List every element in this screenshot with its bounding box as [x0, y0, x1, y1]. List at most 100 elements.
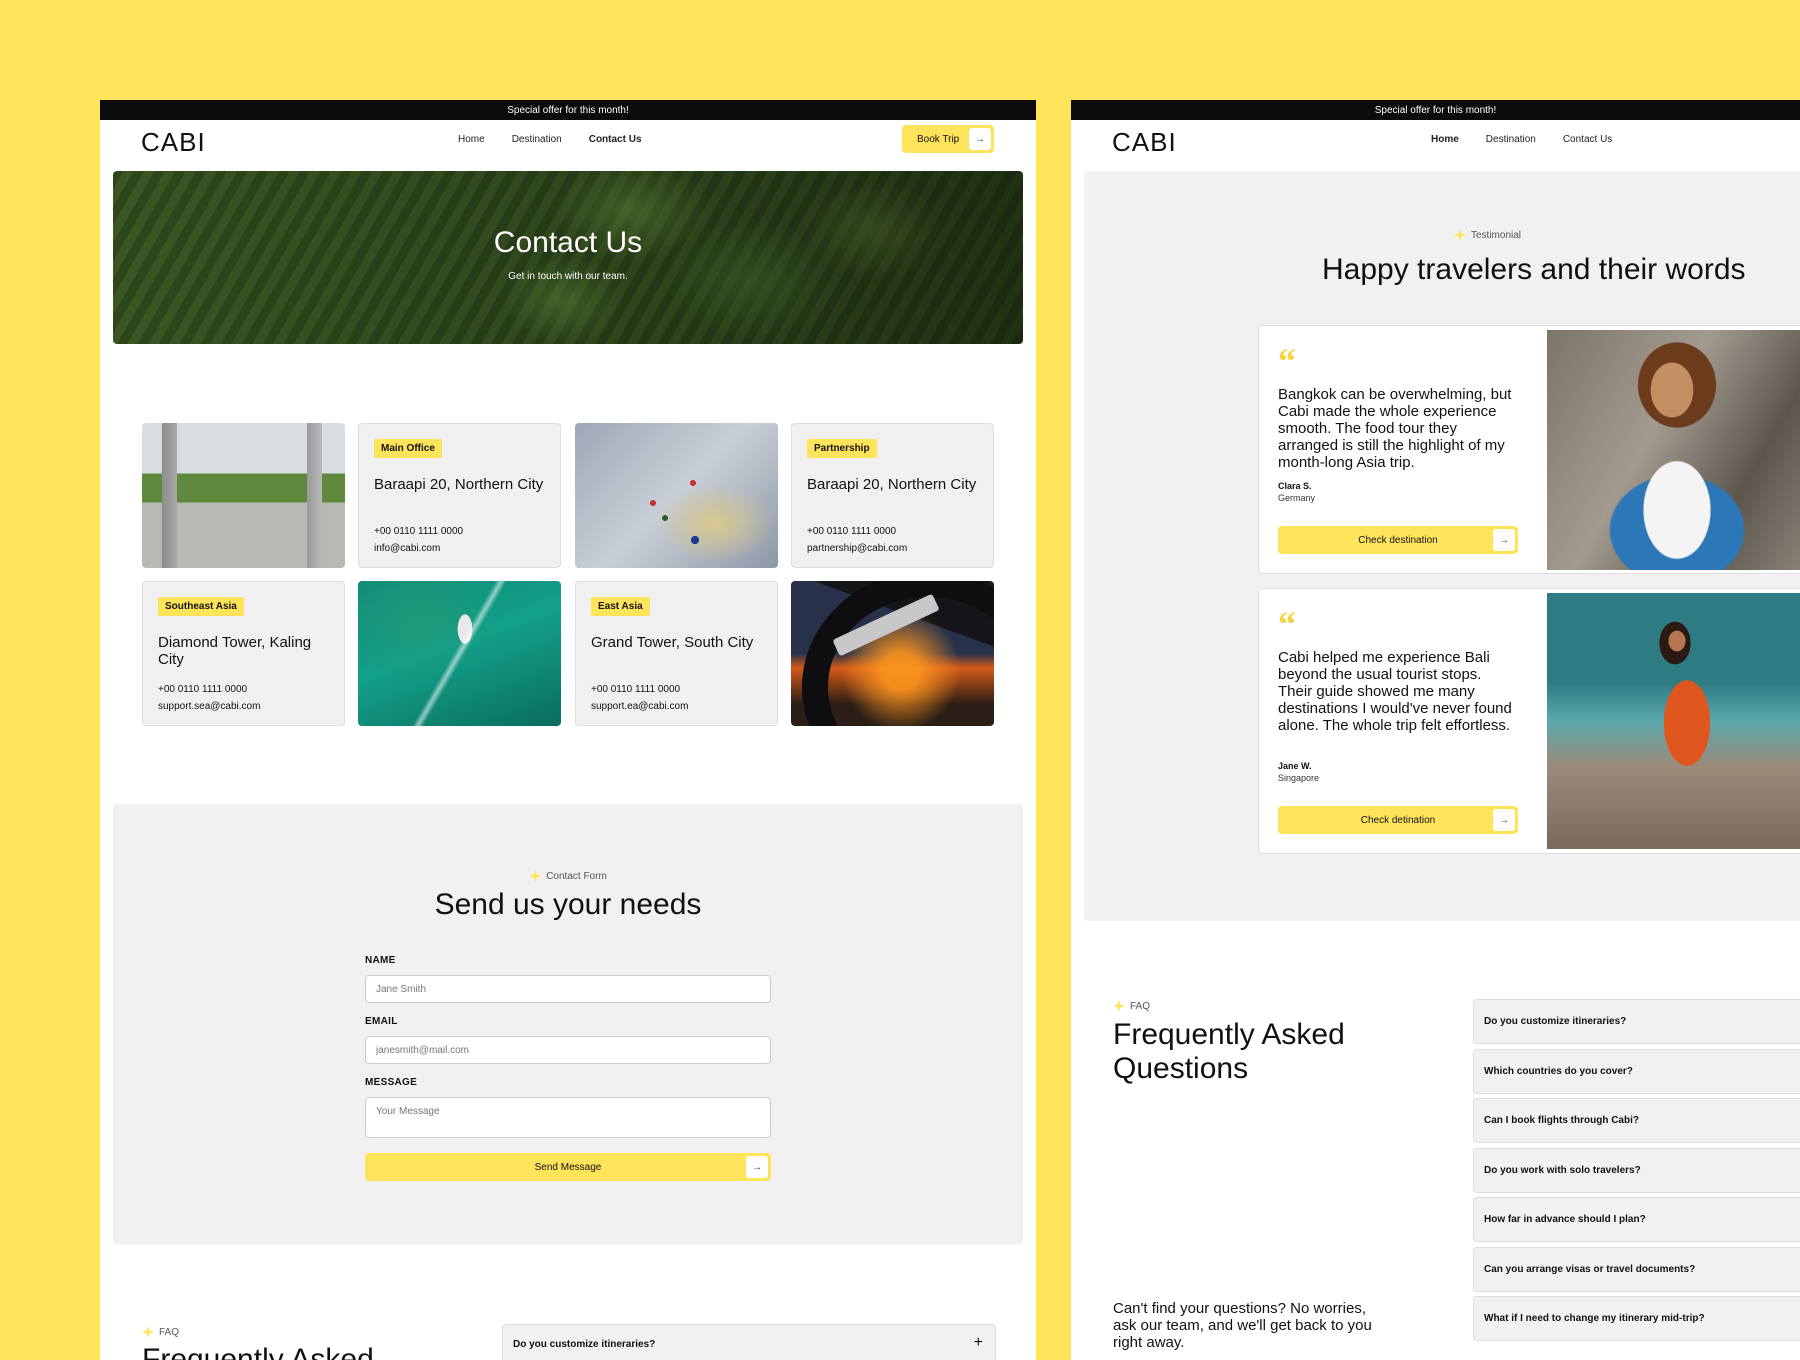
- faq-eyebrow: FAQ: [1113, 1000, 1150, 1012]
- office-badge: Southeast Asia: [158, 597, 244, 616]
- faq-item[interactable]: Do you customize itineraries? +: [502, 1324, 996, 1360]
- faq-eyebrow-text: FAQ: [1130, 1000, 1151, 1012]
- quote-mark-icon: “: [1278, 604, 1296, 644]
- testimonial-name: Clara S.: [1278, 481, 1312, 491]
- traveler-photo: [1547, 330, 1800, 570]
- faq-title: Frequently Asked Questions: [1113, 1018, 1345, 1085]
- testimonial-title: Happy travelers and their words: [1322, 253, 1746, 286]
- office-phone[interactable]: +00 0110 1111 0000: [158, 684, 247, 695]
- testimonial-country: Singapore: [1278, 773, 1320, 783]
- office-badge: Partnership: [807, 439, 877, 458]
- office-email[interactable]: support.sea@cabi.com: [158, 701, 260, 712]
- form-eyebrow-text: Contact Form: [546, 870, 607, 882]
- send-message-label: Send Message: [534, 1161, 602, 1173]
- hero-title: Contact Us: [493, 226, 643, 259]
- email-input[interactable]: [365, 1036, 771, 1064]
- testimonial-card: “ Bangkok can be overwhelming, but Cabi …: [1258, 325, 1800, 574]
- office-card-partnership: Partnership Baraapi 20, Northern City +0…: [791, 423, 994, 568]
- faq-note: Can't find your questions? No worries, a…: [1113, 1300, 1372, 1351]
- faq-item[interactable]: Can I book flights through Cabi?: [1473, 1098, 1800, 1143]
- contact-page-mockup: Special offer for this month! CABI Home …: [100, 100, 1036, 1360]
- testimonial-quote: Cabi helped me experience Bali beyond th…: [1278, 649, 1512, 734]
- home-page-mockup: Special offer for this month! CABI Home …: [1071, 100, 1800, 1360]
- testimonial-section: Testimonial Happy travelers and their wo…: [1084, 171, 1800, 921]
- contact-form-section: Contact Form Send us your needs NAME EMA…: [113, 804, 1023, 1245]
- office-card-southeast-asia: Southeast Asia Diamond Tower, Kaling Cit…: [142, 581, 345, 726]
- map-pins-photo: [575, 423, 778, 568]
- office-address: Baraapi 20, Northern City: [807, 476, 977, 493]
- faq-item[interactable]: Do you work with solo travelers?: [1473, 1147, 1800, 1193]
- office-email[interactable]: info@cabi.com: [374, 543, 440, 554]
- book-trip-button[interactable]: Book Trip →: [902, 125, 994, 153]
- arrow-right-icon: →: [969, 128, 991, 150]
- email-label: EMAIL: [365, 1016, 398, 1027]
- boat-sea-photo: [358, 581, 561, 726]
- message-textarea[interactable]: [365, 1097, 771, 1138]
- nav-links: Home Destination Contact Us: [1431, 134, 1612, 145]
- faq-item[interactable]: What if I need to change my itinerary mi…: [1473, 1296, 1800, 1341]
- faq-item[interactable]: Do you customize itineraries?: [1473, 999, 1800, 1044]
- faq-eyebrow-text: FAQ: [159, 1326, 180, 1338]
- office-email[interactable]: partnership@cabi.com: [807, 543, 907, 554]
- logo[interactable]: CABI: [141, 127, 206, 158]
- sparkle-icon: [1113, 1000, 1125, 1012]
- logo[interactable]: CABI: [1112, 127, 1177, 158]
- sparkle-icon: [529, 870, 542, 882]
- navbar: CABI Home Destination Contact Us: [1071, 120, 1800, 170]
- check-destination-label: Check destination: [1358, 534, 1438, 546]
- testimonial-name: Jane W.: [1278, 761, 1312, 771]
- office-phone[interactable]: +00 0110 1111 0000: [591, 684, 680, 695]
- offer-bar[interactable]: Special offer for this month!: [100, 100, 1036, 120]
- arrow-right-icon: →: [1493, 809, 1515, 831]
- faq-item[interactable]: Can you arrange visas or travel document…: [1473, 1246, 1800, 1292]
- office-email[interactable]: support.ea@cabi.com: [591, 701, 688, 712]
- testimonial-country: Germany: [1278, 493, 1316, 503]
- arrow-right-icon: →: [1493, 529, 1515, 551]
- office-phone[interactable]: +00 0110 1111 0000: [374, 526, 463, 537]
- message-label: MESSAGE: [365, 1077, 418, 1088]
- office-card-main: Main Office Baraapi 20, Northern City +0…: [358, 423, 561, 568]
- offer-bar[interactable]: Special offer for this month!: [1071, 100, 1800, 120]
- arrow-right-icon: →: [746, 1156, 768, 1178]
- office-photo-building: [142, 423, 345, 568]
- office-badge: Main Office: [374, 439, 442, 458]
- check-destination-button[interactable]: Check detination →: [1278, 806, 1518, 834]
- form-eyebrow: Contact Form: [113, 870, 1023, 882]
- testimonial-card: “ Cabi helped me experience Bali beyond …: [1258, 588, 1800, 854]
- faq-title: Frequently Asked: [142, 1343, 374, 1360]
- form-title: Send us your needs: [434, 888, 702, 921]
- faq-eyebrow: FAQ: [142, 1326, 179, 1338]
- nav-contact-us[interactable]: Contact Us: [1563, 134, 1612, 145]
- testimonial-quote: Bangkok can be overwhelming, but Cabi ma…: [1278, 386, 1512, 471]
- sparkle-icon: [142, 1326, 154, 1338]
- office-phone[interactable]: +00 0110 1111 0000: [807, 526, 896, 537]
- nav-destination[interactable]: Destination: [1486, 134, 1536, 145]
- nav-home[interactable]: Home: [458, 134, 485, 145]
- office-address: Grand Tower, South City: [591, 634, 754, 651]
- hero-subtitle: Get in touch with our team.: [508, 271, 628, 282]
- sparkle-icon: [1454, 229, 1466, 241]
- nav-destination[interactable]: Destination: [512, 134, 562, 145]
- hero-banner: Contact Us Get in touch with our team.: [113, 171, 1023, 344]
- nav-contact-us[interactable]: Contact Us: [589, 134, 642, 145]
- faq-item[interactable]: How far in advance should I plan?: [1473, 1197, 1800, 1242]
- office-card-east-asia: East Asia Grand Tower, South City +00 01…: [575, 581, 778, 726]
- traveler-photo: [1547, 593, 1800, 849]
- quote-mark-icon: “: [1278, 341, 1296, 381]
- airplane-window-photo: [791, 581, 994, 726]
- navbar: CABI Home Destination Contact Us Book Tr…: [100, 120, 1036, 170]
- name-label: NAME: [365, 955, 396, 966]
- send-message-button[interactable]: Send Message →: [365, 1153, 771, 1181]
- faq-list: Do you customize itineraries? Which coun…: [1473, 999, 1800, 1346]
- faq-item[interactable]: Which countries do you cover?: [1473, 1048, 1800, 1094]
- nav-links: Home Destination Contact Us: [458, 134, 642, 145]
- name-input[interactable]: [365, 975, 771, 1003]
- faq-question: Do you customize itineraries?: [513, 1339, 656, 1350]
- book-trip-label: Book Trip: [917, 133, 960, 145]
- plus-icon[interactable]: +: [974, 1334, 983, 1352]
- check-destination-button[interactable]: Check destination →: [1278, 526, 1518, 554]
- testimonial-eyebrow-text: Testimonial: [1471, 229, 1522, 241]
- office-address: Baraapi 20, Northern City: [374, 476, 544, 493]
- nav-home[interactable]: Home: [1431, 134, 1459, 145]
- check-destination-label: Check detination: [1360, 814, 1436, 826]
